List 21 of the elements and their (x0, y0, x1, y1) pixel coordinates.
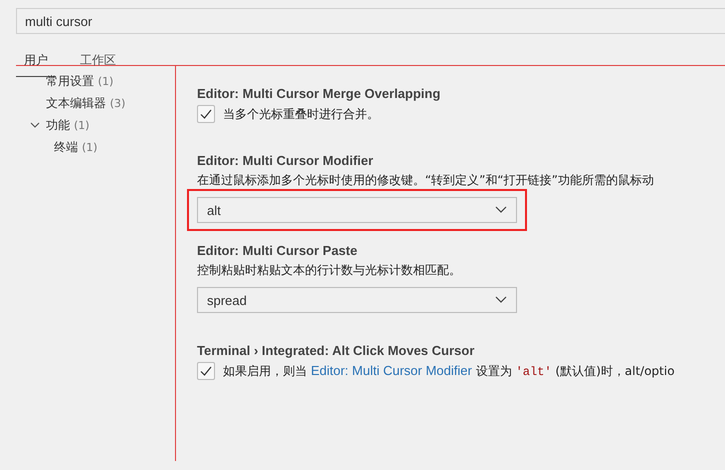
sidebar-item[interactable]: 终端 (1) (0, 136, 175, 158)
setting-description: 如果启用，则当 Editor: Multi Cursor Modifier 设置为 'alt' (默认值)时，alt/optio (223, 362, 675, 380)
checkbox[interactable] (197, 362, 215, 380)
check-icon (199, 107, 213, 121)
setting-title: Editor: Multi Cursor Merge Overlapping (197, 86, 442, 101)
setting-title: Editor: Multi Cursor Modifier (197, 153, 374, 168)
search-field[interactable]: multi cursor (16, 8, 725, 34)
sidebar-item[interactable]: 功能 (1) (0, 114, 175, 136)
scope-tab[interactable]: 用户 (16, 52, 56, 77)
setting-description: 在通过鼠标添加多个光标时使用的修改键。“转到定义”和“打开链接”功能所需的鼠标动 (197, 172, 655, 189)
chevron-down-icon (495, 206, 507, 214)
setting-description: 控制粘贴时粘贴文本的行计数与光标计数相匹配。 (197, 262, 462, 279)
dropdown[interactable]: spread (197, 287, 517, 313)
sidebar-item[interactable]: 文本编辑器 (3) (0, 92, 175, 114)
checkbox[interactable] (197, 105, 215, 123)
setting-title: Editor: Multi Cursor Paste (197, 243, 358, 258)
dropdown[interactable]: alt (197, 197, 517, 223)
chevron-down-icon (495, 296, 507, 304)
setting-title: Terminal › Integrated: Alt Click Moves Cursor (197, 343, 476, 358)
check-icon (199, 364, 213, 378)
setting-description: 当多个光标重叠时进行合并。 (223, 106, 379, 122)
